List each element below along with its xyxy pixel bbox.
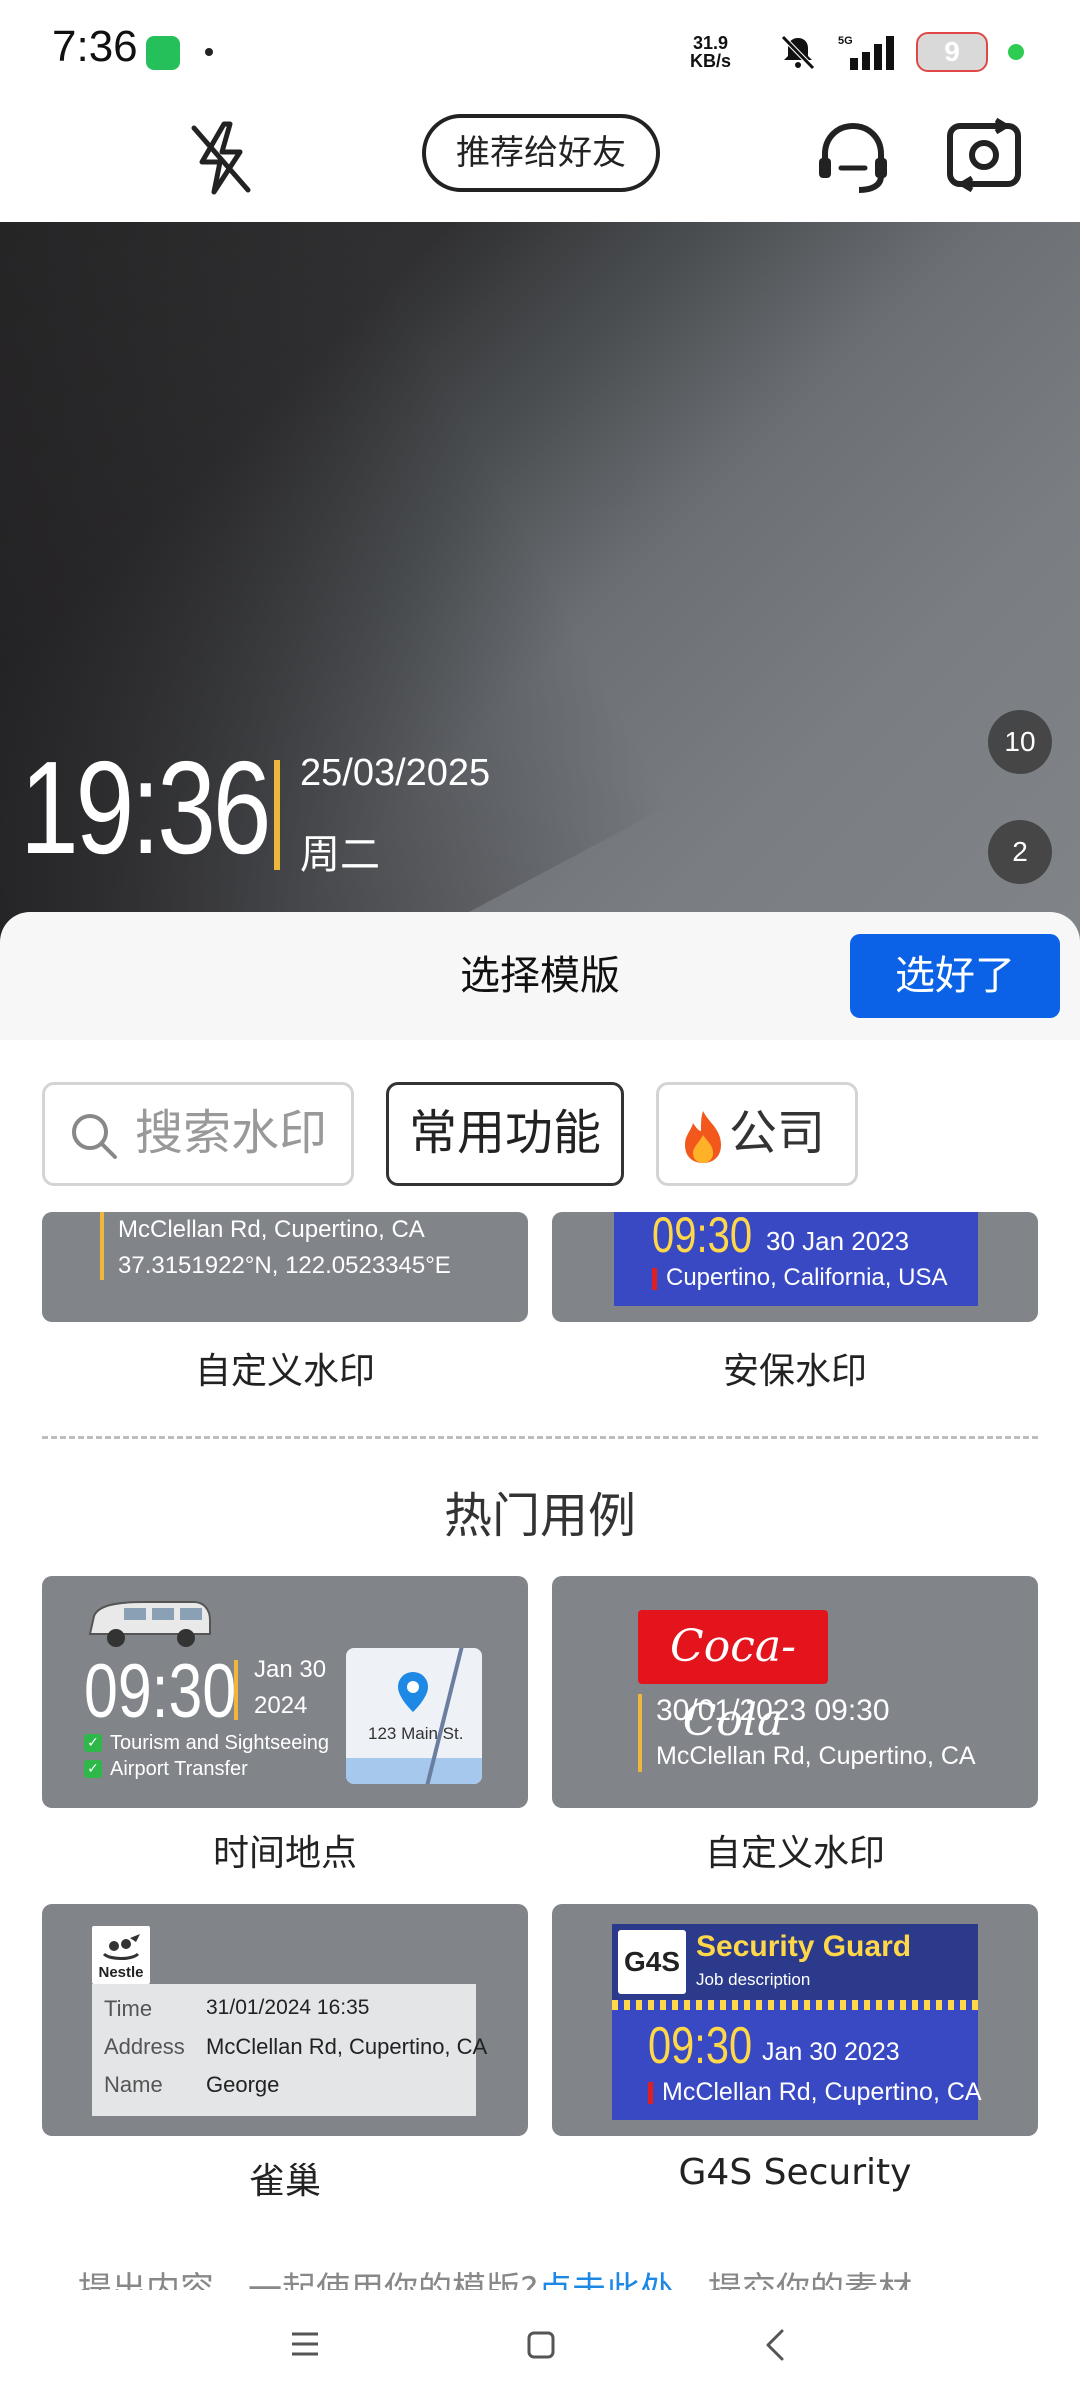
system-nav-bar bbox=[0, 2290, 1080, 2400]
security-time: 09:30 bbox=[652, 1212, 753, 1263]
speed-unit: KB/s bbox=[690, 51, 732, 71]
checkbox-checked-icon: ✓ bbox=[84, 1734, 102, 1752]
g4s-subheading: Job description bbox=[696, 1970, 811, 1989]
speed-value: 31.9 bbox=[692, 33, 729, 53]
nestle-logo: Nestle bbox=[92, 1926, 150, 1984]
section-divider bbox=[42, 1436, 1038, 1439]
hot-section-title: 热门用例 bbox=[443, 1488, 636, 1544]
template-card-coca-cola[interactable]: Coca-Cola 30/01/2023 09:30 McClellan Rd,… bbox=[552, 1576, 1038, 1808]
privacy-indicator-icon bbox=[1008, 44, 1024, 60]
row-value-time: 31/01/2024 16:35 bbox=[206, 1996, 370, 2019]
row-key-time: Time bbox=[104, 1996, 153, 2021]
home-icon[interactable] bbox=[526, 2330, 556, 2360]
badge-bottom[interactable]: 2 bbox=[988, 820, 1052, 884]
location-pin-icon bbox=[398, 1672, 428, 1712]
nestle-info-table: Time 31/01/2024 16:35 Address McClellan … bbox=[92, 1984, 487, 2116]
g4s-time: 09:30 bbox=[648, 2017, 753, 2075]
g4s-date: Jan 30 2023 bbox=[762, 2038, 900, 2066]
g4s-marker bbox=[648, 2082, 653, 2104]
template-panel-header: 选择模版 选好了 bbox=[0, 912, 1080, 1040]
battery-level: 9 bbox=[944, 36, 960, 67]
template-card-security[interactable]: 09:30 30 Jan 2023 Cupertino, California,… bbox=[552, 1212, 1038, 1322]
van-icon bbox=[88, 1601, 211, 1647]
template-list[interactable]: 搜索水印 常用功能 公司 McClellan Rd, Cupertino, CA… bbox=[0, 1040, 1080, 2260]
back-icon[interactable] bbox=[764, 2328, 786, 2362]
template-card-custom[interactable]: McClellan Rd, Cupertino, CA 37.3151922°N… bbox=[42, 1212, 528, 1322]
security-date: 30 Jan 2023 bbox=[766, 1226, 910, 1256]
row-key-name: Name bbox=[104, 2072, 163, 2097]
template-card-nestle[interactable]: Nestle Time 31/01/2024 16:35 Address McC… bbox=[42, 1904, 528, 2136]
app-notification-icon bbox=[146, 36, 180, 70]
watermark-accent-bar bbox=[274, 760, 280, 870]
search-icon bbox=[72, 1114, 117, 1159]
template-card-g4s[interactable]: G4S Security Guard Job description 09:30… bbox=[552, 1904, 1038, 2136]
headset-icon[interactable] bbox=[815, 118, 891, 198]
g4s-place: McClellan Rd, Cupertino, CA bbox=[662, 2078, 982, 2106]
map-water bbox=[346, 1758, 482, 1784]
search-placeholder: 搜索水印 bbox=[135, 1105, 328, 1161]
coca-place: McClellan Rd, Cupertino, CA bbox=[656, 1742, 976, 1770]
search-input[interactable]: 搜索水印 bbox=[42, 1082, 354, 1186]
row-value-address: McClellan Rd, Cupertino, CA bbox=[206, 2034, 488, 2059]
checkbox-checked-icon: ✓ bbox=[84, 1760, 102, 1778]
check-item-1: Tourism and Sightseeing bbox=[110, 1732, 330, 1754]
g4s-stripe bbox=[612, 2000, 978, 2010]
row-key-address: Address bbox=[104, 2034, 185, 2059]
bell-muted-icon bbox=[781, 35, 815, 70]
menu-icon[interactable] bbox=[290, 2330, 320, 2358]
map-thumbnail: 123 Main St. bbox=[346, 1648, 482, 1784]
time-location-month: Jan 30 bbox=[254, 1656, 327, 1683]
status-bar: 7:36 31.9 KB/s 5G 9 bbox=[0, 0, 1080, 100]
time-location-time: 09:30 bbox=[84, 1649, 237, 1734]
tab-company[interactable]: 公司 bbox=[656, 1082, 858, 1186]
check-item-2: Airport Transfer bbox=[110, 1758, 248, 1780]
camera-viewfinder[interactable]: 19:36 25/03/2025 周二 10 2 bbox=[0, 222, 1080, 942]
card-label: 安保水印 bbox=[722, 1351, 867, 1392]
map-address: 123 Main St. bbox=[368, 1724, 464, 1743]
signal-icon: 5G bbox=[838, 35, 894, 70]
fire-icon bbox=[685, 1111, 721, 1163]
notification-dot-icon bbox=[205, 48, 213, 56]
watermark-time: 19:36 bbox=[20, 734, 271, 881]
coca-cola-logo: Coca-Cola bbox=[638, 1610, 828, 1746]
recommend-to-friend-button[interactable]: 推荐给好友 bbox=[422, 114, 660, 192]
template-card-time-location[interactable]: 09:30 Jan 30 2024 ✓ Tourism and Sightsee… bbox=[42, 1576, 528, 1808]
status-time: 7:36 bbox=[52, 22, 138, 71]
nestle-logo-text: Nestle bbox=[98, 1964, 144, 1981]
card-address: McClellan Rd, Cupertino, CA bbox=[118, 1216, 425, 1243]
badge-top[interactable]: 10 bbox=[988, 710, 1052, 774]
security-place: Cupertino, California, USA bbox=[666, 1264, 948, 1291]
g4s-watermark: G4S Security Guard Job description 09:30… bbox=[612, 1924, 982, 2120]
camera-switch-icon[interactable] bbox=[944, 114, 1024, 194]
g4s-heading: Security Guard bbox=[696, 1930, 912, 1963]
time-location-year: 2024 bbox=[254, 1692, 308, 1719]
card-label: 自定义水印 bbox=[194, 1351, 375, 1392]
battery-icon: 9 bbox=[916, 32, 988, 72]
security-marker bbox=[652, 1268, 657, 1290]
coca-datetime: 30/01/2023 09:30 bbox=[656, 1694, 890, 1727]
flash-off-icon[interactable] bbox=[186, 118, 256, 198]
card-label: 时间地点 bbox=[212, 1833, 357, 1874]
card-label: 自定义水印 bbox=[704, 1833, 885, 1874]
camera-toolbar: 推荐给好友 bbox=[0, 100, 1080, 222]
card-coordinates: 37.3151922°N, 122.0523345°E bbox=[118, 1252, 451, 1279]
row-value-name: George bbox=[206, 2072, 280, 2097]
g4s-logo: G4S bbox=[618, 1930, 686, 1994]
security-watermark: 09:30 30 Jan 2023 Cupertino, California,… bbox=[614, 1212, 978, 1306]
card-accent-bar bbox=[100, 1212, 104, 1280]
card-accent-bar bbox=[638, 1694, 642, 1772]
card-label: 雀巢 bbox=[248, 2161, 321, 2202]
company-label: 公司 bbox=[729, 1105, 826, 1161]
brand-logo-text: Coca-Cola bbox=[670, 1621, 796, 1746]
tab-common-functions[interactable]: 常用功能 bbox=[386, 1082, 624, 1186]
card-accent-bar bbox=[234, 1660, 238, 1720]
network-speed: 31.9 KB/s bbox=[690, 34, 731, 70]
nest-bird-icon bbox=[102, 1934, 140, 1960]
confirm-button[interactable]: 选好了 bbox=[850, 934, 1060, 1018]
card-label: G4S Security bbox=[678, 2152, 912, 2193]
watermark-date: 25/03/2025 bbox=[300, 752, 491, 794]
watermark-weekday: 周二 bbox=[300, 832, 380, 878]
network-type: 5G bbox=[838, 35, 853, 47]
